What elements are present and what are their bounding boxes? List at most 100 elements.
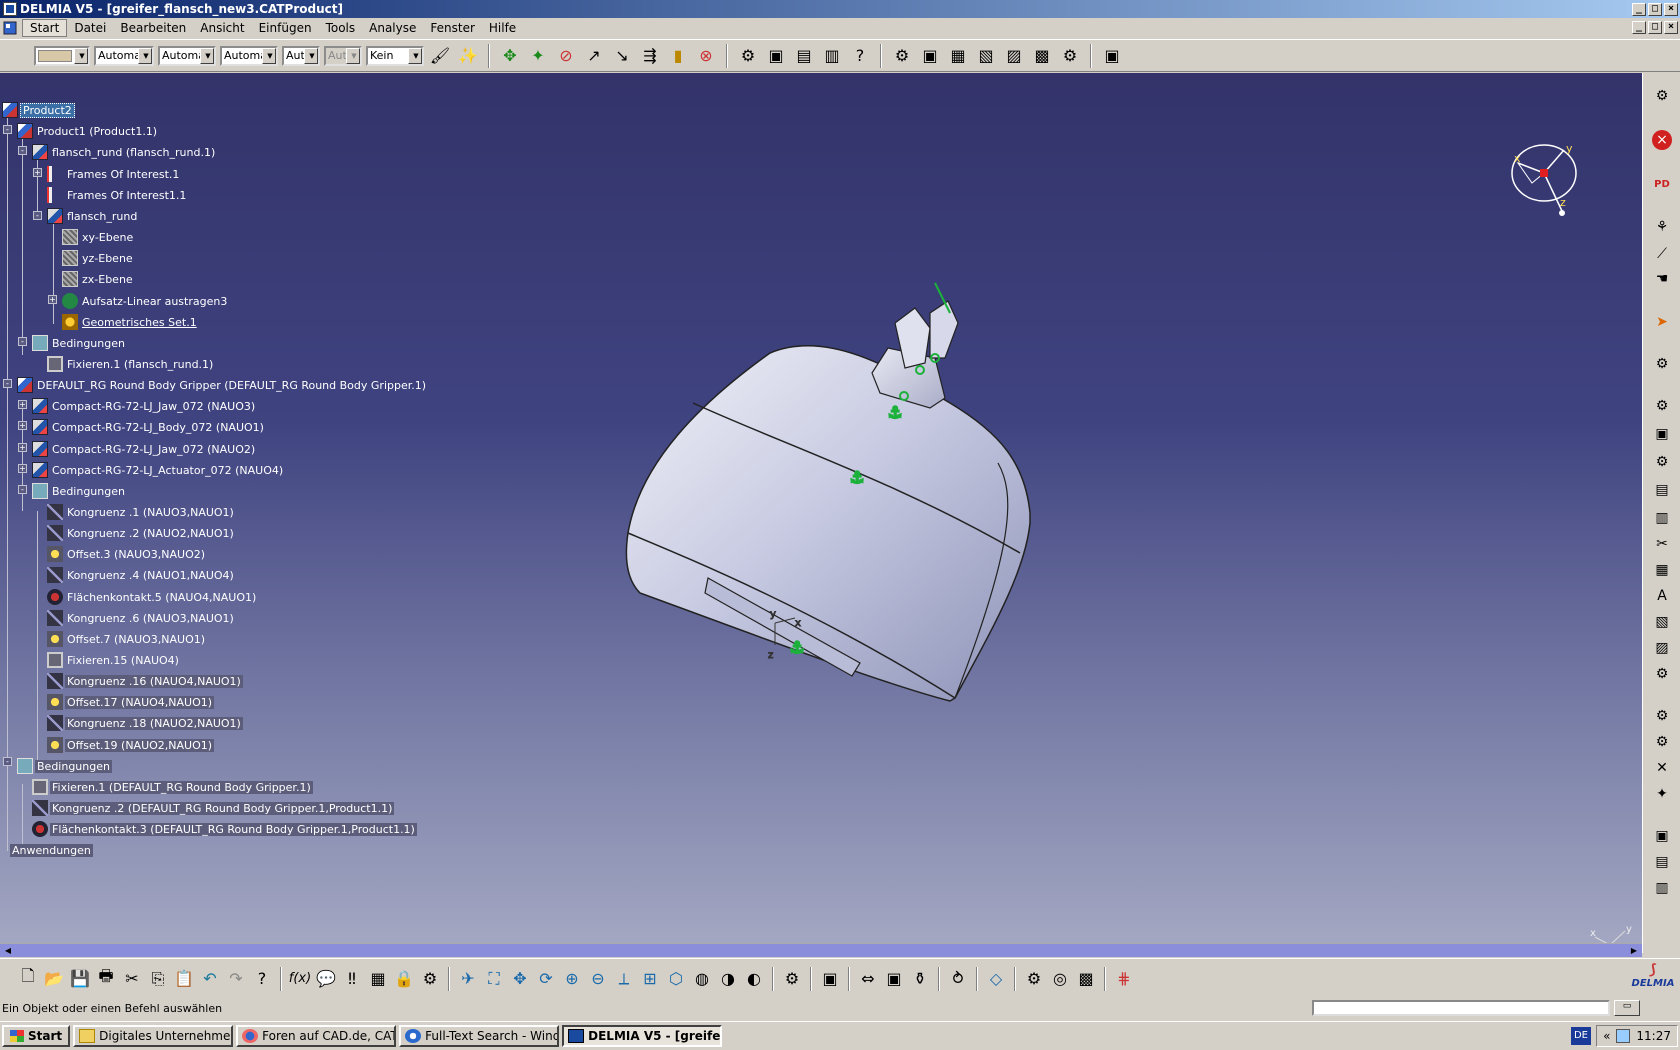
app-icon[interactable] [3,2,17,16]
material-icon-3[interactable]: ▩ [1074,967,1098,991]
constraint-icon-3[interactable]: ▦ [946,44,970,68]
menu-datei[interactable]: Datei [67,20,113,36]
tree-node-jaw-nauo3[interactable]: Compact-RG-72-LJ_Jaw_072 (NAUO3) [32,397,257,415]
swap-visible-icon[interactable]: ◐ [742,967,766,991]
hand-icon[interactable]: ☚ [1651,268,1673,290]
simulation-icon-5[interactable]: ▥ [1651,507,1673,529]
select-icon[interactable]: ⚙ [1651,353,1673,375]
cursor-icon[interactable]: ➤ [1651,311,1673,333]
tray-expand-icon[interactable]: « [1603,1029,1610,1043]
smart-move-icon[interactable]: ↗ [582,44,606,68]
scroll-left-icon[interactable]: ◀ [2,945,14,957]
fit-all-icon[interactable]: ⛶ [482,967,506,991]
parameters-icon[interactable]: ⚙ [418,967,442,991]
pdf-icon[interactable]: PD [1651,173,1673,195]
scroll-right-icon[interactable]: ▶ [1628,945,1640,957]
material-icon-2[interactable]: ◎ [1048,967,1072,991]
tree-node-flansch-rund[interactable]: flansch_rund [47,207,139,225]
tree-node-frames-of-interest-1-1[interactable]: Frames Of Interest1.1 [47,186,188,204]
clock[interactable]: 11:27 [1636,1029,1671,1043]
command-input[interactable] [1312,1000,1610,1016]
clash-analysis-icon[interactable]: ▣ [818,967,842,991]
task-delmia[interactable]: DELMIA V5 - [greifer_... [562,1025,723,1047]
fly-mode-icon[interactable]: ✈ [456,967,480,991]
menu-analyse[interactable]: Analyse [362,20,423,36]
tree-node-kongruenz-4[interactable]: Kongruenz .4 (NAUO1,NAUO4) [47,566,236,584]
device-icon-2[interactable]: ▤ [1651,851,1673,873]
menu-bearbeiten[interactable]: Bearbeiten [113,20,193,36]
simulation-icon-3[interactable]: ⚙ [1651,451,1673,473]
zoom-out-icon[interactable]: ⊖ [586,967,610,991]
transparency-combo[interactable]: Automa ▼ [94,45,154,66]
gear-icon[interactable]: ⚙ [1651,85,1673,107]
measure-icon[interactable]: ⇔ [856,967,880,991]
line-type-combo[interactable]: Automa ▼ [220,45,278,66]
whats-this-icon[interactable]: ? [250,967,274,991]
task-cad-forum[interactable]: Foren auf CAD.de, CATI... [236,1025,397,1047]
lock-icon[interactable]: 🔒 [392,967,416,991]
start-button[interactable]: Start [2,1025,71,1047]
menu-fenster[interactable]: Fenster [423,20,482,36]
doc-restore-button[interactable]: □ [1648,21,1662,34]
swept-volume-icon[interactable]: ⥁ [946,967,970,991]
multi-view-icon[interactable]: ⊞ [638,967,662,991]
command-button[interactable]: ▭ [1614,1000,1640,1016]
tree-node-contact-5[interactable]: Flächenkontakt.5 (NAUO4,NAUO1) [47,588,258,606]
tree-node-fix-15[interactable]: Fixieren.15 (NAUO4) [47,651,181,669]
tree-node-body-nauo1[interactable]: Compact-RG-72-LJ_Body_072 (NAUO1) [32,418,266,436]
new-icon[interactable]: 🗋 [16,966,40,991]
print-icon[interactable]: 🖶 [94,966,118,991]
measure-item-icon[interactable]: ▣ [882,967,906,991]
tree-node-actuator-nauo4[interactable]: Compact-RG-72-LJ_Actuator_072 (NAUO4) [32,461,285,479]
close-button[interactable]: × [1664,2,1678,16]
save-icon[interactable]: 💾 [68,967,92,991]
tree-node-kongruenz-16[interactable]: Kongruenz .16 (NAUO4,NAUO1) [47,672,243,690]
open-icon[interactable]: 📂 [42,967,66,991]
comment-icon[interactable]: 💬 [314,967,338,991]
tree-node-yz-plane[interactable]: yz-Ebene [62,249,135,267]
tree-node-kongruenz-1[interactable]: Kongruenz .1 (NAUO3,NAUO1) [47,503,236,521]
simulation-icon-8[interactable]: A [1651,585,1673,607]
tree-node-product1[interactable]: Product1 (Product1.1) [17,122,159,140]
compass-icon[interactable]: y x z [1502,138,1592,228]
formula-icon[interactable]: f(x) [288,967,312,991]
device-icon-1[interactable]: ▣ [1651,825,1673,847]
tree-node-constraints-1[interactable]: Bedingungen [32,334,127,352]
painter-icon[interactable]: 🖌 [428,44,452,68]
color-combo[interactable]: ▼ [34,45,90,66]
explode-icon[interactable]: ↘ [610,44,634,68]
no-clash-icon[interactable]: ⊗ [694,44,718,68]
point-type-combo[interactable]: Aut ▼ [282,45,320,66]
menu-hilfe[interactable]: Hilfe [482,20,523,36]
simulation-icon-1[interactable]: ⚙ [1651,395,1673,417]
hide-show-icon[interactable]: ◑ [716,967,740,991]
device-catalog-icon[interactable]: ⚙ [780,967,804,991]
simulation-icon-2[interactable]: ▣ [1651,423,1673,445]
3d-viewport[interactable]: ⚓ ⚓ ⚓ z y x - - - + - + [0,73,1642,943]
line-thickness-combo[interactable]: Automa ▼ [158,45,216,66]
tree-node-applications[interactable]: Anwendungen [10,841,93,859]
tree-node-kongruenz-6[interactable]: Kongruenz .6 (NAUO3,NAUO1) [47,609,236,627]
constraint-icon-1[interactable]: ⚙ [890,44,914,68]
manipulate-icon[interactable]: ✦ [526,44,550,68]
task-digitales-unternehmen[interactable]: Digitales Unternehmen [73,1025,234,1047]
tree-node-constraints-3[interactable]: Bedingungen [17,757,112,775]
paste-icon[interactable]: 📋 [172,967,196,991]
tree-node-geometric-set[interactable]: Geometrisches Set.1 [62,313,199,331]
simulation-icon-9[interactable]: ▧ [1651,611,1673,633]
plane-tool-icon[interactable]: ◇ [984,967,1008,991]
move-compass-icon[interactable]: ✥ [498,44,522,68]
tree-node-product2[interactable]: Product2 [2,101,75,119]
material-icon-1[interactable]: ⚙ [1022,967,1046,991]
line-icon[interactable]: ⟋ [1651,243,1673,265]
robot-icon-4[interactable]: ✦ [1651,783,1673,805]
undo-icon[interactable]: ↶ [198,967,222,991]
tree-node-flansch-rund-instance[interactable]: flansch_rund (flansch_rund.1) [32,143,217,161]
simulation-icon-6[interactable]: ✂ [1651,533,1673,555]
tree-node-xy-plane[interactable]: xy-Ebene [62,228,135,246]
catalog-icon[interactable]: ▣ [1100,44,1124,68]
menu-tools[interactable]: Tools [319,20,363,36]
tree-node-gripper[interactable]: DEFAULT_RG Round Body Gripper (DEFAULT_R… [17,376,428,394]
redo-icon[interactable]: ↷ [224,967,248,991]
cut-icon[interactable]: ✂ [120,967,144,991]
